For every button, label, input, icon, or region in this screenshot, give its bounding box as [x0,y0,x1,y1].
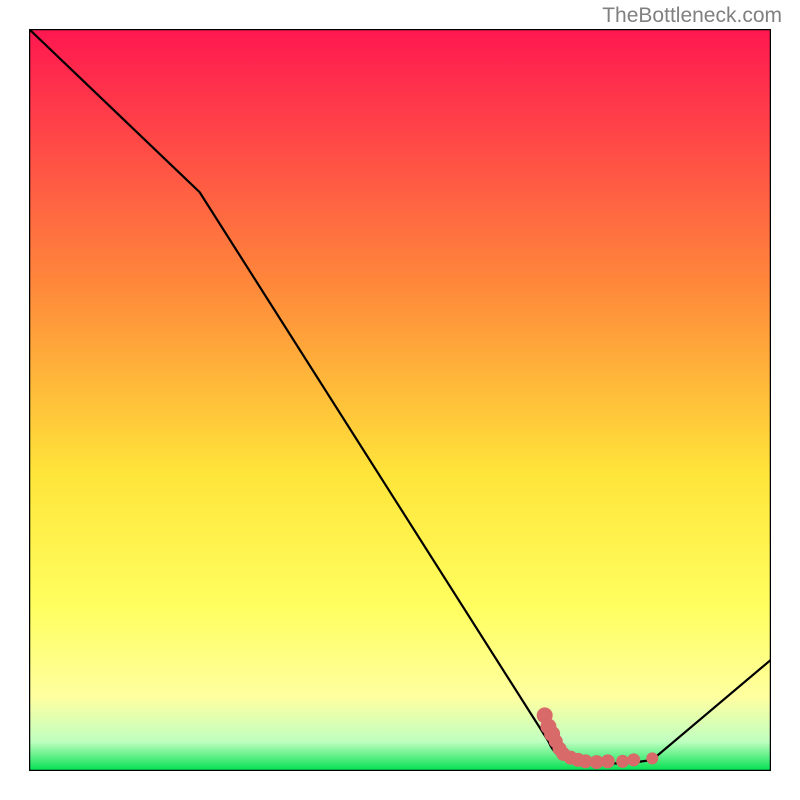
data-marker [627,753,640,766]
chart-container: TheBottleneck.com [0,0,800,800]
gradient-background [29,29,771,771]
watermark-text: TheBottleneck.com [602,4,782,28]
data-marker [601,754,615,768]
plot-area [29,29,771,771]
data-marker [646,752,658,764]
chart-svg [29,29,771,771]
data-marker [616,755,629,768]
